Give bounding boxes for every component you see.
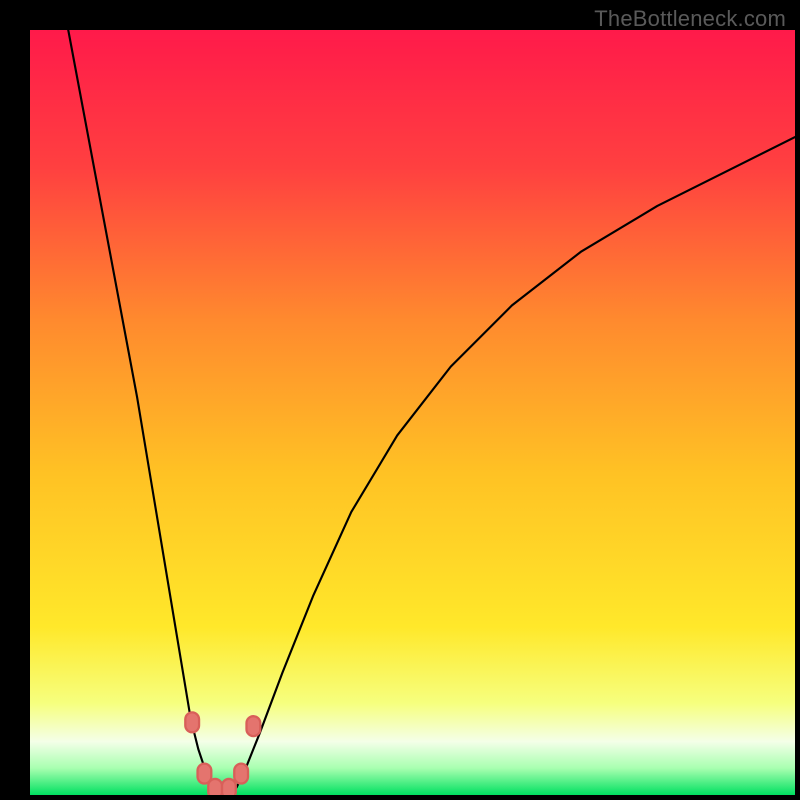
curve-marker <box>208 779 222 795</box>
bottleneck-curve <box>68 30 795 795</box>
plot-area <box>30 30 795 795</box>
curve-layer <box>30 30 795 795</box>
markers-group <box>185 712 260 795</box>
watermark-text: TheBottleneck.com <box>594 6 786 32</box>
curve-marker <box>185 712 199 732</box>
chart-frame: TheBottleneck.com <box>0 0 800 800</box>
curve-marker <box>222 779 236 795</box>
curve-marker <box>246 716 260 736</box>
curve-marker <box>234 764 248 784</box>
